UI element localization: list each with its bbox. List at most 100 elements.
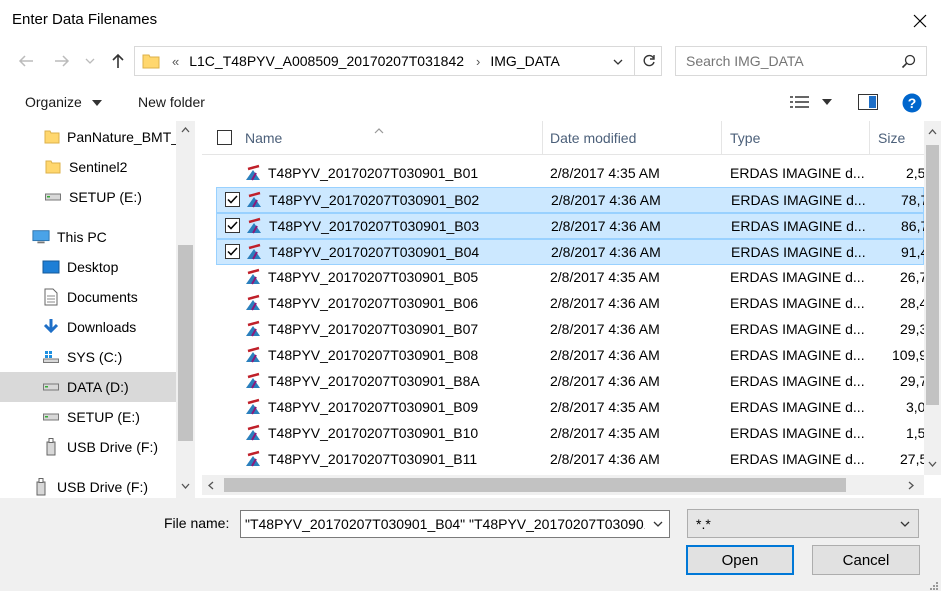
file-row[interactable]: T48PYV_20170207T030901_B04 2/8/2017 4:36… [216, 239, 924, 265]
file-name: T48PYV_20170207T030901_B03 [269, 218, 480, 234]
file-list-vertical-scrollbar[interactable] [924, 121, 941, 475]
checkmark-icon [227, 221, 238, 230]
windows-drive-icon [42, 348, 60, 366]
row-checkbox[interactable] [225, 192, 240, 207]
search-input[interactable] [686, 53, 896, 69]
file-name: T48PYV_20170207T030901_B05 [268, 269, 479, 285]
breadcrumb-segment[interactable]: IMG_DATA [490, 53, 560, 69]
file-name: T48PYV_20170207T030901_B01 [268, 165, 479, 181]
search-box[interactable] [675, 46, 927, 76]
refresh-button[interactable] [634, 47, 662, 75]
sidebar-item-usb-f-root[interactable]: USB Drive (F:) [0, 472, 176, 498]
breadcrumb-overflow[interactable]: « [172, 54, 179, 69]
file-name: T48PYV_20170207T030901_B02 [269, 192, 480, 208]
sidebar-item-sys-c[interactable]: SYS (C:) [0, 342, 176, 372]
sidebar-item-data-d[interactable]: DATA (D:) [0, 372, 176, 402]
erdas-image-file-icon [245, 191, 263, 209]
file-row[interactable]: T48PYV_20170207T030901_B11 2/8/2017 4:36… [216, 447, 924, 473]
sidebar-item-downloads[interactable]: Downloads [0, 312, 176, 342]
file-name-dropdown-button[interactable] [647, 511, 669, 537]
select-all-checkbox[interactable] [217, 130, 232, 145]
drive-icon [42, 378, 60, 396]
file-list-horizontal-scrollbar[interactable] [202, 475, 924, 495]
back-button[interactable] [14, 49, 38, 73]
folder-icon [44, 128, 60, 146]
file-type: ERDAS IMAGINE d... [730, 321, 865, 337]
file-type: ERDAS IMAGINE d... [730, 269, 865, 285]
file-name: T48PYV_20170207T030901_B06 [268, 295, 479, 311]
up-button[interactable] [106, 49, 130, 73]
navigation-scrollbar[interactable] [176, 121, 195, 498]
file-type: ERDAS IMAGINE d... [730, 425, 865, 441]
window-title: Enter Data Filenames [12, 11, 158, 28]
view-options-button[interactable] [790, 95, 832, 112]
new-folder-button[interactable]: New folder [138, 94, 205, 110]
sidebar-item-usb-f[interactable]: USB Drive (F:) [0, 432, 176, 462]
file-type: ERDAS IMAGINE d... [730, 165, 865, 181]
sidebar-item-setup-e[interactable]: SETUP (E:) [0, 182, 176, 212]
scrollbar-thumb[interactable] [178, 245, 193, 441]
scroll-up-arrow-icon [181, 127, 190, 133]
folder-icon [142, 53, 160, 69]
file-list-header: Name Date modified Type Size [202, 121, 924, 155]
file-row[interactable]: T48PYV_20170207T030901_B06 2/8/2017 4:36… [216, 291, 924, 317]
file-size: 28,4 [900, 295, 924, 311]
open-button[interactable]: Open [686, 545, 794, 575]
preview-pane-button[interactable] [858, 94, 878, 113]
close-button[interactable] [905, 6, 935, 36]
scrollbar-thumb[interactable] [224, 478, 846, 492]
file-row[interactable]: T48PYV_20170207T030901_B08 2/8/2017 4:36… [216, 343, 924, 369]
file-size: 3,0 [906, 399, 924, 415]
column-header-size[interactable]: Size [870, 121, 924, 155]
sidebar-item-pannature[interactable]: PanNature_BMT_ [0, 122, 176, 152]
help-icon: ? [902, 93, 922, 113]
file-row[interactable]: T48PYV_20170207T030901_B09 2/8/2017 4:35… [216, 395, 924, 421]
caret-down-icon [821, 99, 832, 105]
forward-button[interactable] [50, 49, 74, 73]
file-row[interactable]: T48PYV_20170207T030901_B8A 2/8/2017 4:36… [216, 369, 924, 395]
sidebar-item-setup-e-2[interactable]: SETUP (E:) [0, 402, 176, 432]
breadcrumb-segment[interactable]: L1C_T48PYV_A008509_20170207T031842 [189, 53, 464, 69]
file-name-input[interactable] [241, 516, 645, 532]
computer-icon [32, 228, 50, 246]
sidebar-item-label: SYS (C:) [67, 349, 123, 365]
address-dropdown-button[interactable] [608, 50, 628, 74]
file-row[interactable]: T48PYV_20170207T030901_B02 2/8/2017 4:36… [216, 187, 924, 213]
file-row[interactable]: T48PYV_20170207T030901_B10 2/8/2017 4:35… [216, 421, 924, 447]
cancel-button[interactable]: Cancel [812, 545, 920, 575]
sidebar-item-this-pc[interactable]: This PC [0, 222, 176, 252]
resize-grip-icon[interactable] [928, 578, 939, 591]
file-row[interactable]: T48PYV_20170207T030901_B01 2/8/2017 4:35… [216, 161, 924, 187]
file-row[interactable]: T48PYV_20170207T030901_B07 2/8/2017 4:36… [216, 317, 924, 343]
folder-icon [44, 158, 62, 176]
erdas-image-file-icon [245, 217, 263, 235]
column-header-name[interactable]: Name [237, 121, 543, 155]
row-checkbox[interactable] [225, 244, 240, 259]
help-button[interactable]: ? [902, 93, 922, 116]
erdas-image-file-icon [244, 372, 262, 390]
file-type: ERDAS IMAGINE d... [730, 451, 865, 467]
file-row[interactable]: T48PYV_20170207T030901_B03 2/8/2017 4:36… [216, 213, 924, 239]
erdas-image-file-icon [245, 243, 263, 261]
file-row[interactable]: T48PYV_20170207T030901_B05 2/8/2017 4:35… [216, 265, 924, 291]
column-header-date[interactable]: Date modified [542, 121, 722, 155]
row-checkbox[interactable] [225, 218, 240, 233]
sidebar-item-sentinel2[interactable]: Sentinel2 [0, 152, 176, 182]
recent-locations-button[interactable] [82, 49, 98, 73]
column-header-type[interactable]: Type [722, 121, 870, 155]
file-type: ERDAS IMAGINE d... [731, 244, 866, 260]
file-size: 109,9 [892, 347, 924, 363]
address-bar[interactable]: « L1C_T48PYV_A008509_20170207T031842 › I… [134, 46, 662, 76]
details-view-icon [790, 96, 809, 108]
file-name-field[interactable] [240, 510, 670, 538]
file-type-filter-select[interactable]: *.* [687, 509, 919, 538]
file-name: T48PYV_20170207T030901_B04 [269, 244, 480, 260]
file-type: ERDAS IMAGINE d... [730, 295, 865, 311]
sidebar-item-label: USB Drive (F:) [67, 439, 158, 455]
sidebar-item-label: PanNature_BMT_ [67, 129, 176, 145]
chevron-down-icon [85, 58, 95, 64]
sidebar-item-desktop[interactable]: Desktop [0, 252, 176, 282]
scrollbar-thumb[interactable] [926, 145, 939, 405]
organize-button[interactable]: Organize [25, 94, 102, 110]
sidebar-item-documents[interactable]: Documents [0, 282, 176, 312]
